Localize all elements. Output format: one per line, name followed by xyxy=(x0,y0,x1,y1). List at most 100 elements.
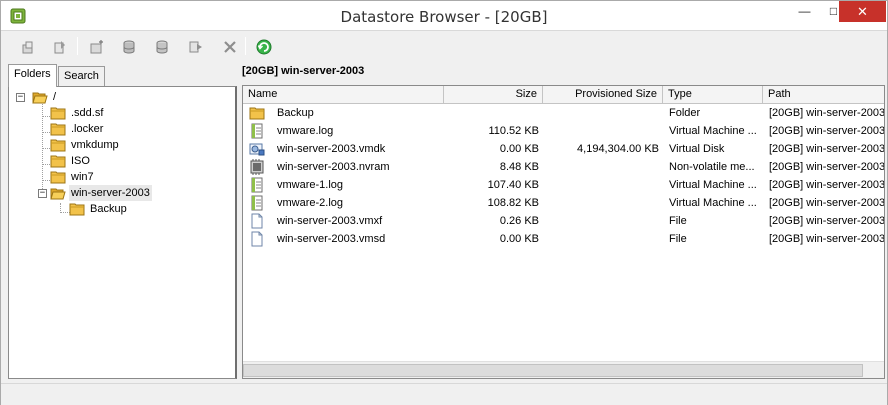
table-row[interactable]: vmware.log 110.52 KB Virtual Machine ...… xyxy=(243,122,885,140)
close-button[interactable]: ✕ xyxy=(839,1,886,22)
tree-node-label: / xyxy=(53,91,57,103)
download-button[interactable] xyxy=(49,36,71,58)
move-icon xyxy=(189,41,202,53)
cell-size: 107.40 KB xyxy=(487,179,539,191)
tree-node-iso[interactable]: ISO xyxy=(50,153,92,169)
datastore-alt-icon xyxy=(156,40,168,54)
table-row[interactable]: win-server-2003.vmsd 0.00 KB File [20GB]… xyxy=(243,230,885,248)
cell-provisioned-size xyxy=(543,176,659,194)
upload-button[interactable] xyxy=(17,36,39,58)
folder-icon xyxy=(249,107,265,120)
new-folder-button[interactable] xyxy=(86,36,108,58)
tree-node-win7[interactable]: win7 xyxy=(50,169,96,185)
upload-icon xyxy=(22,41,33,54)
cell-size: 8.48 KB xyxy=(499,161,539,173)
log-file-icon xyxy=(251,123,263,139)
tree-node-backup[interactable]: Backup xyxy=(69,201,129,217)
tab-folders[interactable]: Folders xyxy=(8,64,57,87)
cell-type: Non-volatile me... xyxy=(669,161,755,173)
tree-node-label: ISO xyxy=(71,155,90,167)
cell-type: Folder xyxy=(669,107,701,119)
folder-icon xyxy=(50,155,66,168)
table-row[interactable]: vmware-2.log 108.82 KB Virtual Machine .… xyxy=(243,194,884,212)
generic-file-icon xyxy=(251,213,263,229)
cell-path: [20GB] win-server-2003 xyxy=(769,161,885,173)
cell-path: [20GB] win-server-2003 xyxy=(769,179,885,191)
cell-type: File xyxy=(669,215,687,227)
cell-provisioned-size xyxy=(543,158,659,176)
cell-path: [20GB] win-server-2003 xyxy=(769,233,885,245)
cell-type: File xyxy=(669,233,687,245)
file-list: Name Size Provisioned Size Type Path Bac… xyxy=(242,85,885,379)
folder-open-icon xyxy=(50,188,66,200)
cell-name: vmware-1.log xyxy=(277,179,344,191)
cell-name: vmware-2.log xyxy=(277,197,344,209)
tree-expander-root[interactable]: − xyxy=(16,93,25,102)
tree-node-vmkdump[interactable]: vmkdump xyxy=(50,137,121,153)
tab-search[interactable]: Search xyxy=(58,66,105,86)
download-icon xyxy=(54,41,65,54)
tree-node-locker[interactable]: .locker xyxy=(50,121,105,137)
tree-node-win-server-2003[interactable]: win-server-2003 xyxy=(50,185,152,201)
datastore-button[interactable] xyxy=(118,36,140,58)
status-bar xyxy=(1,383,887,405)
refresh-icon xyxy=(256,39,272,55)
cell-type: Virtual Machine ... xyxy=(669,179,757,191)
folder-tree: − / .sdd.sf .locker vmkdump ISO win7 − w… xyxy=(8,86,237,379)
tree-expander-win-server-2003[interactable]: − xyxy=(38,189,47,198)
cell-size: 108.82 KB xyxy=(487,197,539,209)
cell-size xyxy=(444,104,539,122)
column-header-path[interactable]: Path xyxy=(763,86,884,104)
folder-icon xyxy=(50,123,66,136)
tree-node-label: vmkdump xyxy=(71,139,119,151)
datastore-icon xyxy=(123,40,135,54)
table-row[interactable]: vmware-1.log 107.40 KB Virtual Machine .… xyxy=(243,176,885,194)
move-button[interactable] xyxy=(185,36,207,58)
column-header-name[interactable]: Name xyxy=(243,86,444,104)
cell-type: Virtual Machine ... xyxy=(669,125,757,137)
cell-provisioned-size xyxy=(543,122,659,140)
cell-size: 0.26 KB xyxy=(499,215,539,227)
datastore-alt-button[interactable] xyxy=(151,36,173,58)
cell-name: win-server-2003.vmsd xyxy=(277,233,386,245)
tree-node-label: win7 xyxy=(71,171,94,183)
cell-size: 110.52 KB xyxy=(488,125,539,137)
cell-path: [20GB] win-server-2003 xyxy=(769,143,885,155)
tree-node-root[interactable]: / xyxy=(32,89,58,105)
table-row[interactable]: win-server-2003.vmxf 0.26 KB File [20GB]… xyxy=(243,212,885,230)
toolbar xyxy=(1,32,887,60)
tree-node-sdd-sf[interactable]: .sdd.sf xyxy=(50,105,105,121)
column-header-size[interactable]: Size xyxy=(444,86,543,104)
table-row[interactable]: win-server-2003.vmdk 0.00 KB 4,194,304.0… xyxy=(243,140,885,158)
cell-provisioned-size xyxy=(543,104,659,122)
table-row[interactable]: Backup Folder [20GB] win-server-2003 xyxy=(243,104,884,122)
horizontal-scrollbar[interactable] xyxy=(243,361,884,378)
column-header-type[interactable]: Type xyxy=(663,86,763,104)
cell-name: win-server-2003.vmdk xyxy=(277,143,386,155)
generic-file-icon xyxy=(251,231,263,247)
column-header-provisioned-size[interactable]: Provisioned Size xyxy=(543,86,663,104)
cell-path: [20GB] win-server-2003 xyxy=(769,215,885,227)
cell-provisioned-size xyxy=(543,194,659,212)
folder-icon xyxy=(69,203,85,216)
window-title: Datastore Browser - [20GB] xyxy=(340,8,548,26)
folder-icon xyxy=(50,107,66,120)
title-bar[interactable]: Datastore Browser - [20GB] — □ ✕ xyxy=(1,1,887,31)
table-row[interactable]: win-server-2003.nvram 8.48 KB Non-volati… xyxy=(243,158,885,176)
cell-path: [20GB] win-server-2003 xyxy=(769,125,885,137)
pane-tabs: Folders Search xyxy=(8,64,237,87)
cell-type: Virtual Machine ... xyxy=(669,197,757,209)
cell-provisioned-size xyxy=(543,230,659,248)
log-file-icon xyxy=(251,177,263,193)
folder-icon xyxy=(50,171,66,184)
scrollbar-thumb[interactable] xyxy=(243,364,863,377)
delete-button[interactable] xyxy=(219,36,241,58)
refresh-button[interactable] xyxy=(253,36,275,58)
minimize-button[interactable]: — xyxy=(790,1,819,22)
datastore-browser-window: Datastore Browser - [20GB] — □ ✕ Folders… xyxy=(0,0,888,405)
cell-name: vmware.log xyxy=(277,125,334,137)
new-folder-icon xyxy=(90,40,103,54)
current-path: [20GB] win-server-2003 xyxy=(242,65,365,77)
cell-size: 0.00 KB xyxy=(499,143,539,155)
cell-name: win-server-2003.nvram xyxy=(277,161,390,173)
